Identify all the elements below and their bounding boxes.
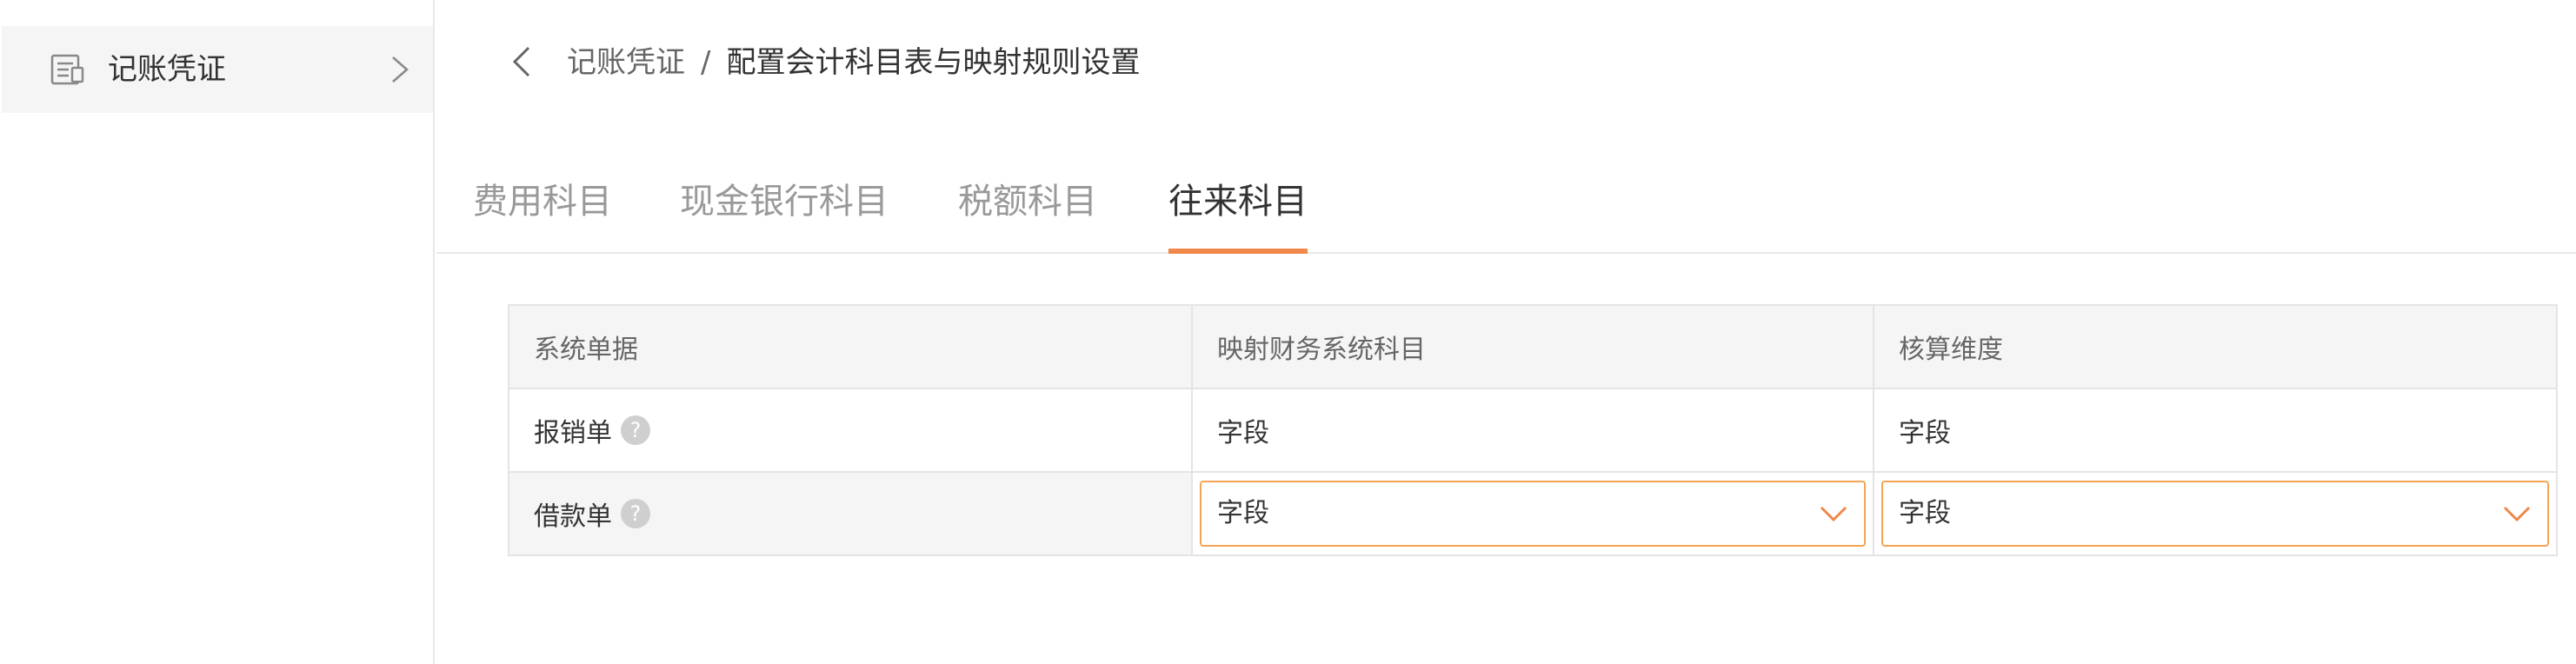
table-row: 报销单? 字段 字段	[508, 388, 2558, 473]
tab-expense-accounts[interactable]: 费用科目	[473, 156, 612, 252]
dimension-select[interactable]: 字段	[1881, 481, 2549, 547]
help-icon[interactable]: ?	[621, 499, 650, 528]
chevron-down-icon	[2503, 506, 2531, 522]
help-icon[interactable]: ?	[621, 415, 650, 445]
sidebar-item-label: 记账凭证	[108, 52, 226, 87]
document-name: 报销单	[534, 418, 612, 448]
table-header-row: 系统单据 映射财务系统科目 核算维度	[508, 304, 2558, 389]
document-cell: 报销单?	[508, 388, 1193, 473]
account-select[interactable]: 字段	[1200, 481, 1866, 547]
dimension-cell: 字段	[1873, 388, 2558, 473]
table-row: 借款单? 字段 字段	[508, 471, 2558, 556]
chevron-right-icon	[392, 56, 409, 83]
document-cell: 借款单?	[508, 471, 1193, 556]
tab-tax-accounts[interactable]: 税额科目	[958, 156, 1097, 252]
sidebar-item-voucher[interactable]: 记账凭证	[2, 26, 433, 113]
page-title: 配置会计科目表与映射规则设置	[726, 45, 1141, 80]
tab-cash-bank-accounts[interactable]: 现金银行科目	[680, 156, 889, 252]
dimension-select-cell: 字段	[1873, 471, 2558, 556]
dimension-select-value: 字段	[1899, 498, 1951, 528]
mapping-table: 系统单据 映射财务系统科目 核算维度 报销单? 字段 字段 借款单? 字段 字段	[508, 304, 2558, 556]
column-header-mapped-account: 映射财务系统科目	[1191, 304, 1874, 389]
account-select-cell: 字段	[1191, 471, 1874, 556]
document-name: 借款单	[534, 501, 612, 532]
breadcrumb: 记账凭证 / 配置会计科目表与映射规则设置	[567, 37, 1140, 89]
tab-current-accounts[interactable]: 往来科目	[1168, 156, 1308, 254]
sidebar: 记账凭证	[0, 0, 435, 664]
column-header-system-document: 系统单据	[508, 304, 1193, 389]
voucher-icon	[50, 54, 84, 85]
tab-bar: 费用科目 现金银行科目 税额科目 往来科目	[436, 156, 2576, 254]
account-cell: 字段	[1191, 388, 1874, 473]
chevron-left-icon[interactable]	[506, 43, 537, 80]
breadcrumb-separator: /	[701, 45, 711, 80]
chevron-down-icon	[1820, 506, 1847, 522]
breadcrumb-parent-link[interactable]: 记账凭证	[567, 45, 685, 80]
account-select-value: 字段	[1217, 498, 1269, 528]
column-header-accounting-dimension: 核算维度	[1873, 304, 2558, 389]
